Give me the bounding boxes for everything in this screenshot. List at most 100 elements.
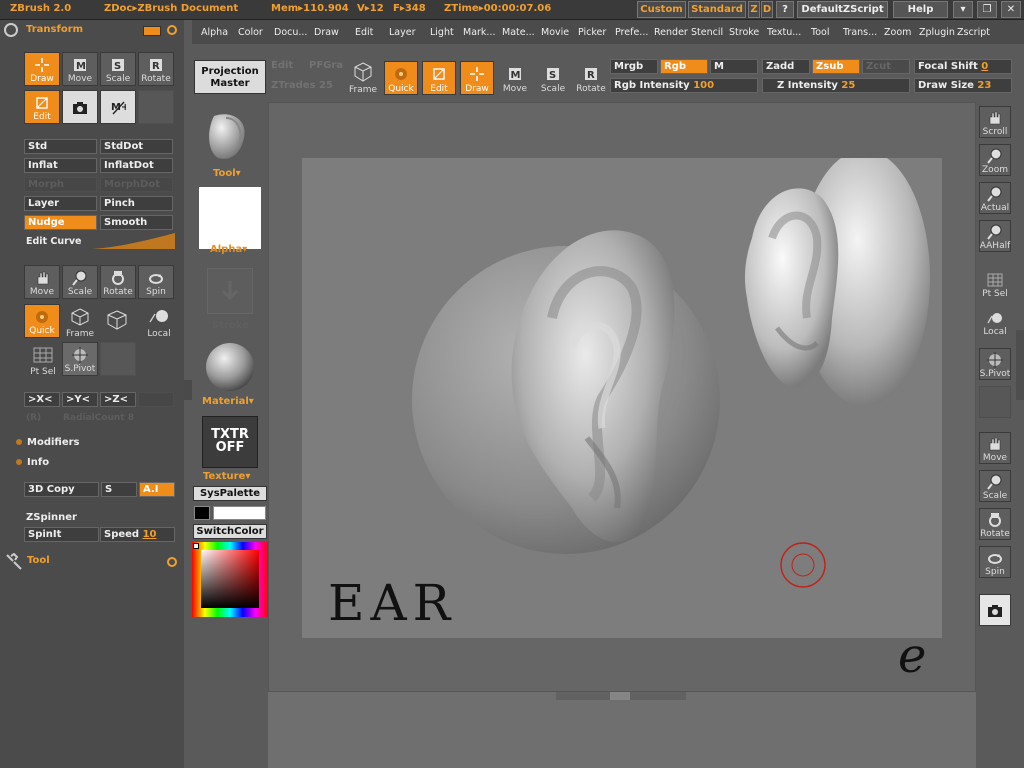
zadd-button[interactable]: Zadd — [762, 59, 810, 74]
zsub-button[interactable]: Zsub — [812, 59, 860, 74]
document-title[interactable]: ZDoc▸ZBrush Document — [104, 3, 238, 14]
menu-draw[interactable]: Draw — [314, 27, 339, 38]
scale-toggle[interactable]: S Scale — [536, 61, 570, 95]
switch-color-button[interactable]: SwitchColor — [193, 524, 267, 539]
refresh-icon[interactable] — [167, 25, 177, 35]
right-panel-scrollbar[interactable] — [1016, 330, 1024, 400]
right-rotate-button[interactable]: Rotate — [979, 508, 1011, 540]
tool-thumbnail[interactable] — [204, 112, 254, 164]
menu-picker[interactable]: Picker — [578, 27, 606, 38]
palette-dropdown[interactable] — [143, 26, 161, 36]
s-button[interactable]: S — [101, 482, 137, 497]
brush-nudge[interactable]: Nudge — [24, 215, 97, 230]
move-mode-button[interactable]: M Move — [62, 52, 98, 86]
sym-y-button[interactable]: >Y< — [62, 392, 98, 407]
right-pt-sel-button[interactable]: Pt Sel — [979, 268, 1011, 300]
scroll-button[interactable]: Scroll — [979, 106, 1011, 138]
material-sphere-thumbnail[interactable] — [204, 341, 256, 393]
nav-rotate-button[interactable]: Rotate — [100, 265, 136, 299]
brush-std[interactable]: Std — [24, 139, 97, 154]
z-intensity-slider[interactable]: Z Intensity 25 — [762, 78, 910, 93]
draw-mode-button[interactable]: Draw — [24, 52, 60, 86]
speed-slider[interactable]: Speed 10 — [100, 527, 175, 542]
edit-mode-button[interactable]: Edit — [24, 90, 60, 124]
scroll-thumb[interactable] — [610, 692, 630, 700]
secondary-color-swatch[interactable] — [194, 506, 210, 520]
draw-toggle[interactable]: Draw — [460, 61, 494, 95]
snapshot-button[interactable] — [62, 90, 98, 124]
menu-stroke[interactable]: Stroke — [729, 27, 759, 38]
brush-inflat[interactable]: Inflat — [24, 158, 97, 173]
menu-material[interactable]: Mate... — [502, 27, 535, 38]
aahalf-button[interactable]: AAHalf — [979, 220, 1011, 252]
sym-z-button[interactable]: >Z< — [100, 392, 136, 407]
nav-spin-button[interactable]: Spin — [138, 265, 174, 299]
tool-label[interactable]: Tool▾ — [213, 168, 241, 179]
brush-stddot[interactable]: StdDot — [100, 139, 173, 154]
alpha-label[interactable]: Alpha▾ — [210, 244, 247, 255]
menu-document[interactable]: Docu... — [274, 27, 307, 38]
texture-off-thumbnail[interactable]: TXTR OFF — [202, 416, 258, 468]
info-section[interactable]: Info — [16, 457, 49, 468]
frame-view-button[interactable]: Frame — [346, 62, 380, 96]
texture-label[interactable]: Texture▾ — [203, 471, 250, 482]
right-local-button[interactable]: Local — [979, 306, 1011, 338]
minimize-button[interactable]: ▾ — [953, 1, 973, 18]
menu-preferences[interactable]: Prefe... — [615, 27, 648, 38]
main-color-swatch[interactable] — [213, 506, 266, 520]
menu-edit[interactable]: Edit — [355, 27, 373, 38]
alpha-thumbnail[interactable] — [199, 187, 261, 249]
local-button[interactable]: Local — [144, 308, 174, 339]
menu-texture[interactable]: Textu... — [767, 27, 801, 38]
sym-x-button[interactable]: >X< — [24, 392, 60, 407]
projection-master-button[interactable]: Projection Master — [194, 60, 266, 94]
right-spin-button[interactable]: Spin — [979, 546, 1011, 578]
actual-button[interactable]: Actual — [979, 182, 1011, 214]
menu-zoom[interactable]: Zoom — [884, 27, 911, 38]
scale-mode-button[interactable]: S Scale — [100, 52, 136, 86]
right-scale-button[interactable]: Scale — [979, 470, 1011, 502]
standard-button[interactable]: Standard — [688, 1, 746, 18]
color-picker[interactable] — [192, 542, 268, 617]
d-button[interactable]: D — [761, 1, 773, 18]
quick-button[interactable]: Quick — [24, 304, 60, 338]
brush-inflatdot[interactable]: InflatDot — [100, 158, 173, 173]
color-square[interactable] — [201, 550, 259, 608]
move-toggle[interactable]: M Move — [498, 61, 532, 95]
m-button[interactable]: M — [710, 59, 758, 74]
quick-toggle[interactable]: Quick — [384, 61, 418, 95]
menu-transform[interactable]: Trans... — [843, 27, 877, 38]
menu-light[interactable]: Light — [430, 27, 454, 38]
draw-size-slider[interactable]: Draw Size 23 — [914, 78, 1012, 93]
focal-shift-slider[interactable]: Focal Shift 0 — [914, 59, 1012, 74]
restore-button[interactable]: ❐ — [977, 1, 997, 18]
menu-zplugin[interactable]: Zplugin — [919, 27, 955, 38]
ai-button[interactable]: A.I — [139, 482, 175, 497]
edit-toggle[interactable]: Edit — [422, 61, 456, 95]
nav-scale-button[interactable]: Scale — [62, 265, 98, 299]
rotate-toggle[interactable]: R Rotate — [574, 61, 608, 95]
menu-marker[interactable]: Mark... — [463, 27, 496, 38]
brush-pinch[interactable]: Pinch — [100, 196, 173, 211]
menu-stencil[interactable]: Stencil — [691, 27, 723, 38]
menu-movie[interactable]: Movie — [541, 27, 569, 38]
sys-palette-button[interactable]: SysPalette — [193, 486, 267, 501]
default-zscript-button[interactable]: DefaultZScript — [797, 1, 888, 18]
rgb-button[interactable]: Rgb — [660, 59, 708, 74]
custom-button[interactable]: Custom — [637, 1, 686, 18]
rgb-intensity-slider[interactable]: Rgb Intensity 100 — [610, 78, 758, 93]
menu-zscript[interactable]: Zscript — [957, 27, 990, 38]
frame-button[interactable]: Frame — [66, 308, 94, 339]
menu-color[interactable]: Color — [238, 27, 263, 38]
tool-refresh-icon[interactable] — [167, 557, 177, 567]
rotate-mode-button[interactable]: R Rotate — [138, 52, 174, 86]
right-move-button[interactable]: Move — [979, 432, 1011, 464]
menu-layer[interactable]: Layer — [389, 27, 416, 38]
menu-render[interactable]: Render — [654, 27, 688, 38]
spinit-button[interactable]: SpinIt — [24, 527, 99, 542]
right-snapshot-button[interactable] — [979, 594, 1011, 626]
menu-alpha[interactable]: Alpha — [201, 27, 228, 38]
pt-sel-button[interactable]: Pt Sel — [26, 346, 60, 377]
document-canvas[interactable]: EAR — [302, 150, 942, 638]
z-button[interactable]: Z — [748, 1, 760, 18]
